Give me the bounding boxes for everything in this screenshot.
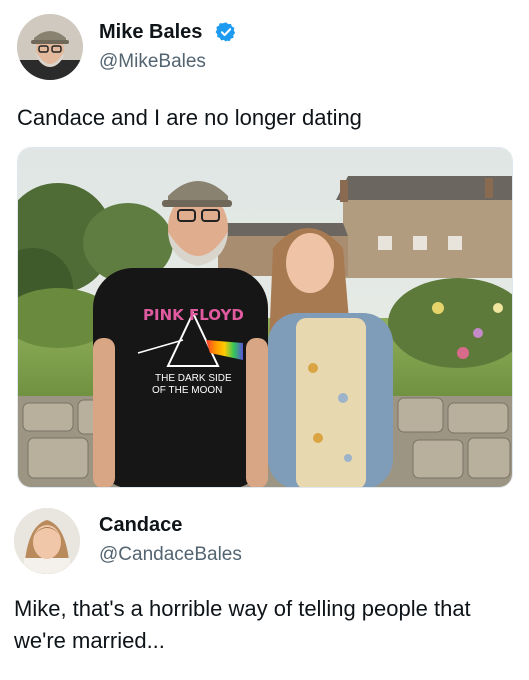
shirt-album-line2: OF THE MOON bbox=[152, 385, 222, 396]
avatar-candace[interactable] bbox=[14, 508, 80, 574]
couple-photo: PINK FLOYD THE DARK SIDE OF THE MOON bbox=[18, 148, 512, 487]
verified-badge-icon bbox=[215, 22, 236, 42]
reply-author-handle[interactable]: @CandaceBales bbox=[99, 544, 242, 566]
reply-author-name[interactable]: Candace bbox=[99, 514, 182, 537]
author-name[interactable]: Mike Bales bbox=[99, 21, 202, 44]
tweet-mike: Mike Bales @MikeBales Candace and I are … bbox=[0, 0, 529, 497]
tweet-text: Candace and I are no longer dating bbox=[17, 105, 362, 130]
reply-text: Mike, that's a horrible way of telling p… bbox=[14, 596, 471, 653]
tweet-candace: Candace @CandaceBales Mike, that's a hor… bbox=[0, 497, 529, 680]
avatar-mike-image bbox=[17, 14, 83, 80]
author-handle[interactable]: @MikeBales bbox=[99, 51, 206, 73]
tweet-photo[interactable]: PINK FLOYD THE DARK SIDE OF THE MOON bbox=[17, 147, 513, 488]
shirt-album-line1: THE DARK SIDE bbox=[155, 373, 232, 384]
shirt-band-name: PINK FLOYD bbox=[143, 306, 244, 324]
avatar-mike[interactable] bbox=[17, 14, 83, 80]
avatar-candace-image bbox=[14, 508, 80, 574]
